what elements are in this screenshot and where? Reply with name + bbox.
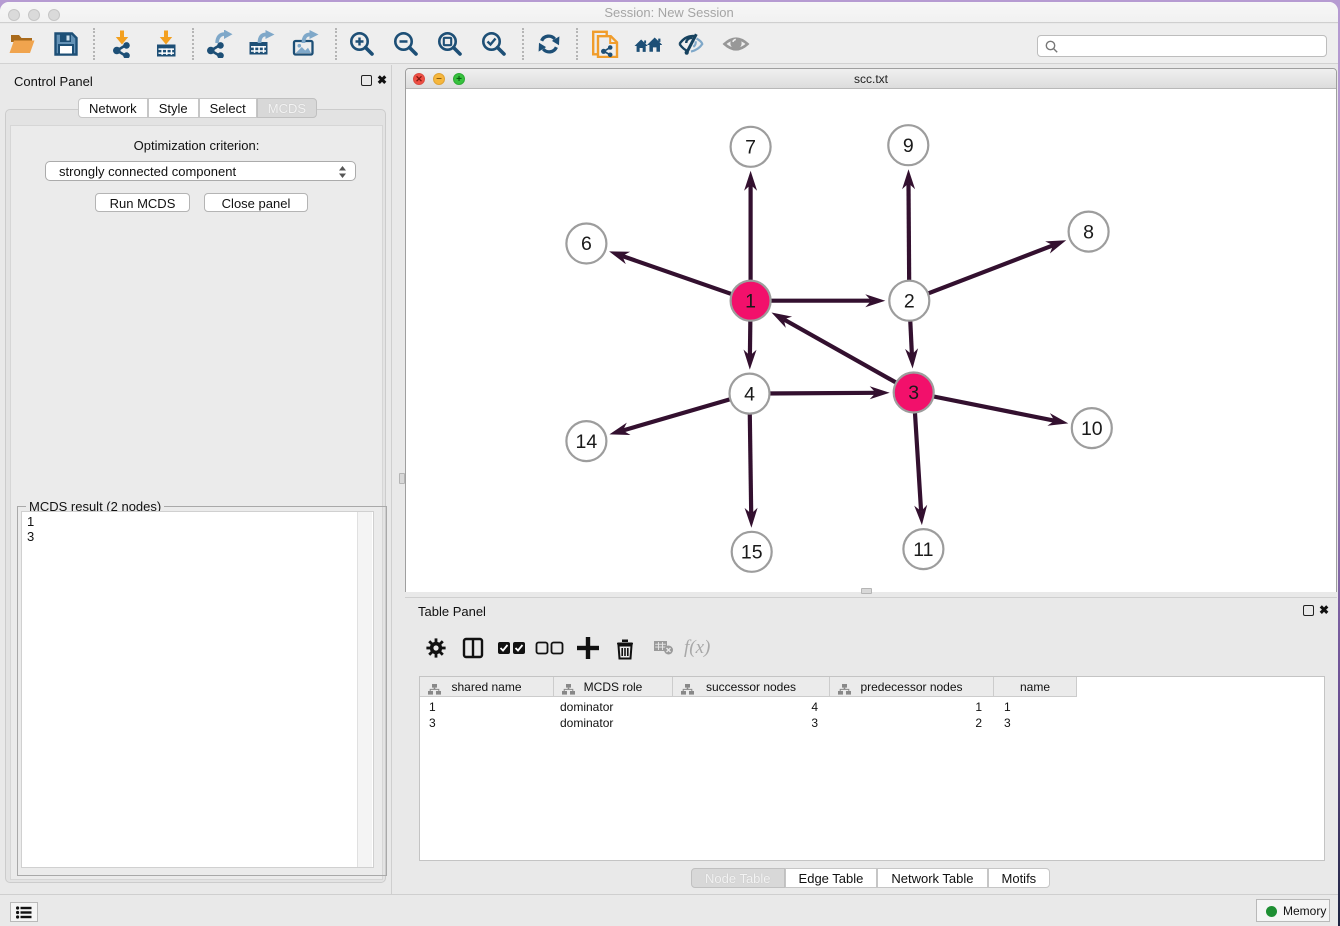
svg-text:15: 15	[741, 542, 763, 564]
svg-text:8: 8	[1083, 221, 1094, 243]
svg-text:9: 9	[903, 135, 914, 157]
svg-text:11: 11	[913, 539, 933, 561]
svg-text:2: 2	[904, 290, 915, 312]
svg-text:6: 6	[581, 233, 592, 255]
svg-text:3: 3	[908, 382, 919, 404]
svg-text:1: 1	[745, 290, 756, 312]
svg-text:4: 4	[744, 383, 755, 405]
svg-text:10: 10	[1081, 418, 1103, 440]
svg-text:f(x): f(x)	[684, 637, 710, 658]
svg-text:14: 14	[576, 431, 598, 453]
svg-text:7: 7	[745, 137, 756, 159]
